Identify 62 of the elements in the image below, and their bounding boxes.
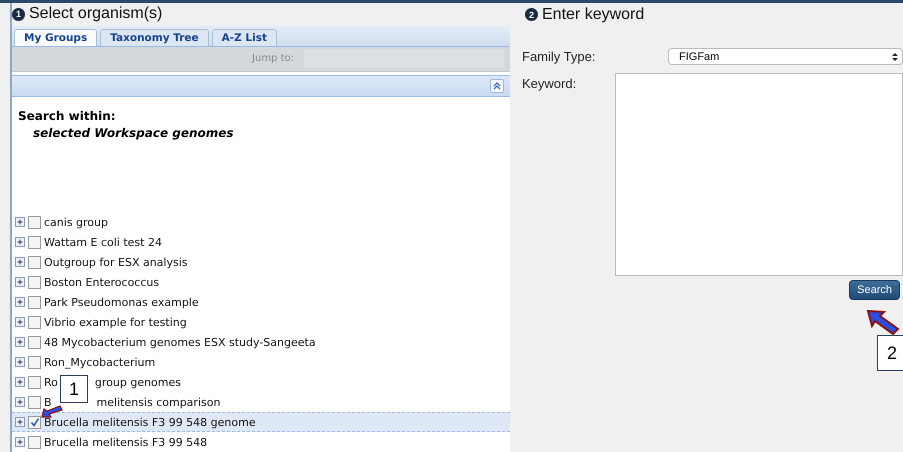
- checkbox[interactable]: [28, 416, 41, 429]
- keyword-field[interactable]: [615, 73, 903, 276]
- expand-icon[interactable]: [15, 217, 25, 228]
- expand-icon[interactable]: [15, 397, 25, 408]
- group-label: Boston Enterococcus: [44, 276, 160, 289]
- checkbox[interactable]: [28, 396, 41, 409]
- callout-arrow: [41, 405, 63, 418]
- group-label: Brucella melitensis F3 99 548: [44, 436, 208, 448]
- checkbox[interactable]: [28, 256, 41, 269]
- tab[interactable]: My Groups: [14, 28, 98, 46]
- step-number: 2: [525, 8, 538, 21]
- group-label: 48 Mycobacterium genomes ESX study-Sangeeta: [44, 336, 316, 349]
- family-type-select[interactable]: FIGFam: [668, 48, 903, 65]
- keyword-label: Keyword:: [522, 76, 578, 91]
- collapse-button[interactable]: [490, 78, 504, 93]
- group-label: canis group: [44, 216, 108, 229]
- checkbox[interactable]: [28, 236, 41, 249]
- checkbox[interactable]: [28, 356, 41, 369]
- expand-icon[interactable]: [15, 257, 25, 268]
- search-within-heading: Search within:: [18, 108, 117, 123]
- expand-icon[interactable]: [15, 317, 25, 328]
- checkmark-icon: [30, 417, 40, 428]
- checkbox[interactable]: [28, 296, 41, 309]
- step-number: 1: [12, 8, 25, 21]
- checkbox[interactable]: [28, 216, 41, 229]
- group-label: group genomes: [94, 376, 181, 389]
- family-type-label: Family Type:: [522, 49, 596, 64]
- expand-icon[interactable]: [15, 297, 25, 308]
- group-label: B: [44, 396, 52, 409]
- group-label: Outgroup for ESX analysis: [44, 256, 188, 269]
- group-label: Brucella melitensis F3 99 548 genome: [44, 416, 256, 429]
- tab[interactable]: A-Z List: [212, 28, 277, 46]
- expand-icon[interactable]: [15, 437, 25, 447]
- group-label: Ron_Mycobacterium: [44, 356, 156, 369]
- checkbox[interactable]: [28, 316, 41, 329]
- select-arrows-icon: [892, 52, 898, 62]
- expand-icon[interactable]: [15, 377, 25, 388]
- group-row[interactable]: Brucella melitensis F3 99 548 genome: [12, 412, 510, 432]
- annotation-tooltip: 1: [60, 375, 88, 403]
- callout-arrow: [866, 309, 900, 335]
- expand-icon[interactable]: [15, 417, 25, 428]
- tab[interactable]: Taxonomy Tree: [100, 28, 209, 46]
- double-chevron-up-icon: [493, 82, 501, 90]
- jump-to-label: Jump to:: [252, 53, 294, 64]
- panel-title: Select organism(s): [29, 5, 162, 24]
- search-button[interactable]: Search: [849, 280, 900, 300]
- panel-title: Enter keyword: [542, 6, 644, 24]
- annotation-tooltip: 2: [877, 335, 903, 371]
- checkbox[interactable]: [28, 436, 41, 448]
- checkbox[interactable]: [28, 376, 41, 389]
- expand-icon[interactable]: [15, 337, 25, 348]
- group-label: Ro: [44, 376, 58, 389]
- checkbox[interactable]: [28, 276, 41, 289]
- group-label: melitensis comparison: [96, 396, 220, 409]
- group-label: Park Pseudomonas example: [44, 296, 199, 309]
- checkbox[interactable]: [28, 336, 41, 349]
- group-label: Vibrio example for testing: [44, 316, 187, 329]
- expand-icon[interactable]: [15, 277, 25, 288]
- search-within-value: selected Workspace genomes: [32, 126, 235, 140]
- expand-icon[interactable]: [15, 357, 25, 368]
- group-label: Wattam E coli test 24: [44, 236, 162, 249]
- expand-icon[interactable]: [15, 237, 25, 248]
